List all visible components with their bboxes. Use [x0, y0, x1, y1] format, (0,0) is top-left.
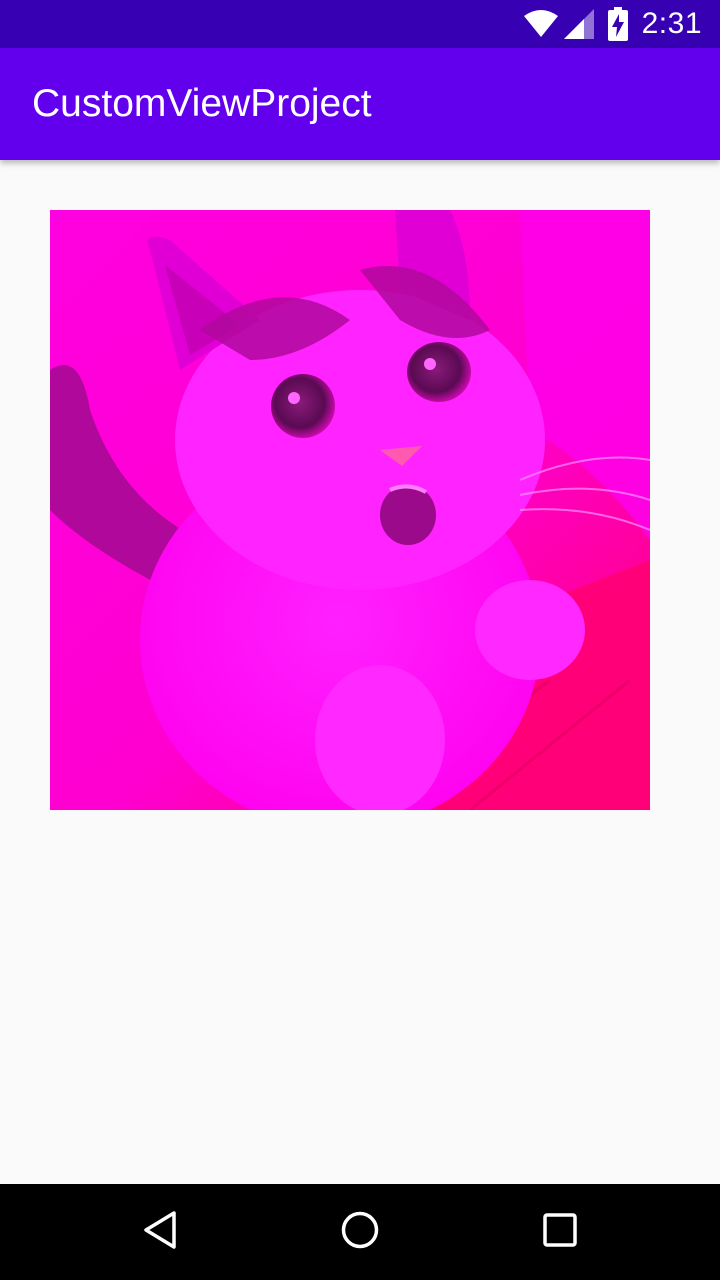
wifi-icon: [523, 10, 558, 38]
recents-icon: [542, 1212, 578, 1253]
back-icon: [142, 1210, 178, 1255]
content-area: [0, 160, 720, 1184]
status-time: 2:31: [641, 7, 702, 40]
home-icon: [340, 1210, 380, 1255]
app-bar: CustomViewProject: [0, 48, 720, 160]
home-button[interactable]: [330, 1202, 390, 1262]
status-icons: 2:31: [523, 0, 702, 48]
status-bar: 2:31: [0, 0, 720, 48]
cell-signal-icon: [563, 9, 594, 39]
app-title: CustomViewProject: [32, 82, 372, 125]
back-button[interactable]: [130, 1202, 190, 1262]
kitten-image-view: [50, 210, 650, 810]
battery-charging-icon: [607, 7, 628, 41]
navigation-bar: [0, 1184, 720, 1280]
recents-button[interactable]: [530, 1202, 590, 1262]
